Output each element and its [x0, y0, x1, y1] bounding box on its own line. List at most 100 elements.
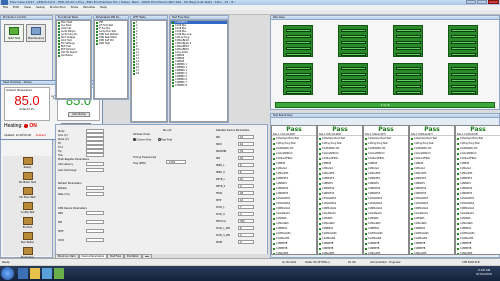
detailed-param-input[interactable]: 16 — [238, 142, 254, 146]
radio-column-first[interactable]: Column First — [133, 138, 151, 142]
list-item[interactable]: Oscillation — [57, 54, 90, 57]
site-progress-bar: 1 to 8 — [275, 102, 495, 108]
menu-edit[interactable]: Edit — [13, 5, 19, 9]
wtt-list[interactable]: 1 2 3 4 5 6 7 8 9 10 11 12 13 14 15 16 17 18 — [131, 20, 167, 122]
site-tile[interactable] — [283, 25, 313, 57]
minimize-icon[interactable] — [466, 0, 476, 4]
menu-view[interactable]: View — [24, 5, 31, 9]
result-item[interactable]: C1MaxNTS — [272, 251, 316, 254]
menu-setup[interactable]: Setup — [36, 5, 45, 9]
param-input[interactable] — [86, 133, 104, 137]
pass-check-icon — [457, 172, 459, 175]
pass-check-icon — [411, 222, 413, 225]
maximize-icon[interactable] — [477, 0, 487, 4]
pass-check-icon — [411, 212, 413, 215]
detailed-param-input[interactable]: 16 — [238, 135, 254, 139]
param-input[interactable] — [86, 238, 104, 242]
param-input[interactable] — [86, 186, 104, 190]
freq-input[interactable]: 1334 — [166, 160, 186, 164]
detailed-param-input[interactable]: 4 — [238, 212, 254, 216]
menu-help[interactable]: Help — [100, 5, 107, 9]
menu-window[interactable]: Window — [83, 5, 95, 9]
nav-item[interactable]: Product — [3, 217, 52, 231]
detailed-param-input[interactable]: 4 — [238, 184, 254, 188]
start-test-button[interactable]: Start Test — [4, 24, 24, 42]
pass-check-icon — [365, 147, 367, 150]
checkbox-icon[interactable] — [96, 42, 98, 45]
site-tile[interactable] — [393, 63, 423, 95]
param-row: tCCD — [58, 238, 106, 247]
menu-tools[interactable]: Tools — [71, 5, 78, 9]
menu-production[interactable]: Production — [50, 5, 66, 9]
detailed-param-input[interactable]: 8 — [238, 226, 254, 230]
app-task-icon[interactable] — [42, 268, 52, 279]
site-tile[interactable] — [448, 63, 478, 95]
param-input[interactable] — [86, 192, 104, 196]
nav-item[interactable]: Config Test — [3, 202, 52, 216]
nav-item[interactable]: Mo Basic Test — [3, 172, 52, 186]
pass-check-icon — [319, 177, 321, 180]
radio-row-first[interactable]: Row First — [158, 138, 172, 142]
pass-check-icon — [273, 172, 275, 175]
detailed-param-input[interactable]: 10 — [238, 177, 254, 181]
parameters-list[interactable]: IFM AF Hold Test IF Pre Pos Comp Bus Test DD… — [94, 20, 128, 99]
result-item[interactable]: C1MaxNTS — [364, 251, 408, 254]
functional-tests-list[interactable]: Main Stall Aux Boot Interrupt Audit Margin C… — [56, 20, 91, 99]
detailed-param-input[interactable]: 9 — [238, 240, 254, 244]
param-input[interactable] — [86, 153, 104, 157]
list-item[interactable]: C1BMRK 8 — [171, 84, 227, 87]
param-input[interactable] — [86, 137, 104, 141]
tester-task-icon[interactable] — [54, 268, 64, 279]
result-item-label: C1SSAMAS5 — [322, 197, 337, 200]
list-item[interactable]: 18 — [132, 72, 166, 75]
site-tile[interactable] — [338, 63, 368, 95]
nav-item[interactable]: Ready — [3, 157, 52, 171]
detailed-param-input[interactable]: 7 — [238, 205, 254, 209]
test-flow-list[interactable]: C1WWPtr3 C1UR Bus C1UR Bus C1UR Bus C1UR Bus… — [170, 20, 228, 122]
param-input[interactable] — [86, 141, 104, 145]
detailed-param-input[interactable]: 350 — [238, 219, 254, 223]
detailed-param-input[interactable]: 6 — [238, 170, 254, 174]
result-item[interactable]: C1MaxNTS — [410, 251, 454, 254]
checkbox-icon[interactable] — [133, 72, 135, 75]
pass-check-icon — [457, 202, 459, 205]
nav-item-icon — [22, 247, 33, 255]
nav-item[interactable]: Bus Tester — [3, 232, 52, 246]
list-item[interactable]: DDR High — [95, 42, 127, 45]
result-column: Pass Site 1 [81c1c1494] C1Sample Boot Test… — [317, 125, 363, 255]
maintenance-button[interactable]: Maintenance — [26, 24, 46, 42]
param-input[interactable] — [86, 168, 104, 172]
detailed-param-input[interactable]: 4 — [238, 233, 254, 237]
checkbox-icon[interactable] — [58, 54, 60, 57]
folder-icon[interactable] — [30, 268, 40, 279]
result-item[interactable]: C1MaxNTS — [318, 251, 362, 254]
detailed-param-input[interactable]: 8 — [238, 163, 254, 167]
detailed-param-input[interactable]: 39 — [238, 149, 254, 153]
auto-ramp-button[interactable]: Auto Ramp — [68, 112, 90, 117]
result-item-label: C1Ping Pong Test — [414, 142, 434, 145]
param-input[interactable] — [86, 129, 104, 133]
result-item[interactable]: C1MaxNTS — [456, 251, 500, 254]
detailed-param-input[interactable]: 16 — [238, 156, 254, 160]
param-input[interactable] — [86, 229, 104, 233]
param-input[interactable] — [86, 145, 104, 149]
checkbox-icon[interactable] — [172, 84, 174, 87]
nav-item[interactable]: Mo Burn-Test — [3, 187, 52, 201]
site-tile[interactable] — [393, 25, 423, 57]
multi-register-header: Multi-Register Parameters — [58, 158, 89, 161]
param-input[interactable] — [86, 211, 104, 215]
param-input[interactable] — [86, 220, 104, 224]
site-tile[interactable] — [283, 63, 313, 95]
param-input[interactable] — [86, 149, 104, 153]
detailed-param-input[interactable]: 28 — [238, 191, 254, 195]
site-tile[interactable] — [448, 25, 478, 57]
ie-icon[interactable] — [18, 268, 28, 279]
param-input[interactable] — [86, 162, 104, 166]
menu-file[interactable]: File — [3, 5, 8, 9]
wtt-panel: WTT Tests 1 2 3 4 5 6 7 8 9 10 11 12 13 14 15 16 17 18 — [130, 15, 168, 123]
pass-check-icon — [365, 252, 367, 254]
start-orb-icon[interactable] — [1, 267, 14, 280]
detailed-param-input[interactable]: 10 — [238, 198, 254, 202]
close-icon[interactable] — [488, 0, 499, 4]
site-tile[interactable] — [338, 25, 368, 57]
